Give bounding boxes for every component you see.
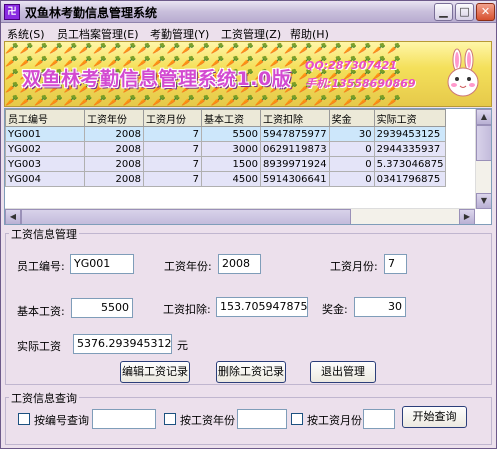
cell-month: 7 xyxy=(143,126,202,142)
horizontal-scroll-thumb[interactable] xyxy=(21,209,351,224)
scroll-left-icon[interactable]: ◀ xyxy=(5,209,21,224)
column-header-month[interactable]: 工资月份 xyxy=(143,109,202,127)
banner-phone: 手机:13558690869 xyxy=(305,77,416,90)
bonus-field[interactable]: 30 xyxy=(354,297,406,317)
scroll-up-icon[interactable]: ▲ xyxy=(476,109,491,125)
cell-deduct: 8939971924 xyxy=(260,156,330,172)
vertical-scroll-thumb[interactable] xyxy=(476,125,491,161)
cell-deduct: 5914306641 xyxy=(260,171,330,187)
cell-year: 2008 xyxy=(84,126,144,142)
emp-id-field[interactable]: YG001 xyxy=(70,254,134,274)
query-id-field[interactable] xyxy=(92,409,156,429)
cell-month: 7 xyxy=(143,156,202,172)
cell-bonus: 0 xyxy=(328,171,375,187)
app-icon[interactable]: 卍 xyxy=(4,4,20,20)
column-header-actual[interactable]: 实际工资 xyxy=(373,109,447,127)
window-title: 双鱼林考勤信息管理系统 xyxy=(25,6,158,20)
cell-year: 2008 xyxy=(84,156,144,172)
column-header-bonus[interactable]: 奖金 xyxy=(328,109,375,127)
cell-month: 7 xyxy=(143,171,202,187)
cell-base: 4500 xyxy=(201,171,261,187)
vertical-scrollbar[interactable]: ▲ ▼ xyxy=(475,109,491,209)
column-header-base[interactable]: 基本工资 xyxy=(201,109,261,127)
cell-base: 1500 xyxy=(201,156,261,172)
year-label: 工资年份: xyxy=(164,260,212,273)
menu-employee-records[interactable]: 员工档案管理(E) xyxy=(57,26,139,42)
salary-info-group-title: 工资信息管理 xyxy=(9,226,79,242)
table-row[interactable]: YG002 2008 7 3000 0629119873 0 294433593… xyxy=(5,141,447,157)
scroll-right-icon[interactable]: ▶ xyxy=(459,209,475,224)
cell-bonus: 0 xyxy=(328,141,375,157)
month-label: 工资月份: xyxy=(330,260,378,273)
cell-base: 5500 xyxy=(201,126,261,142)
cell-year: 2008 xyxy=(84,171,144,187)
cell-emp-id: YG004 xyxy=(5,171,85,187)
emp-id-label: 员工编号: xyxy=(17,260,65,273)
query-by-year-label[interactable]: 按工资年份 xyxy=(180,412,235,428)
menu-attendance[interactable]: 考勤管理(Y) xyxy=(150,26,209,42)
column-header-emp-id[interactable]: 员工编号 xyxy=(5,109,85,127)
cell-month: 7 xyxy=(143,141,202,157)
cell-actual: 5.373046875 xyxy=(373,156,447,172)
cell-bonus: 0 xyxy=(328,156,375,172)
year-field[interactable]: 2008 xyxy=(218,254,261,274)
menu-help[interactable]: 帮助(H) xyxy=(290,26,329,42)
horizontal-scrollbar[interactable]: ◀ ▶ xyxy=(5,208,475,224)
cell-actual: 2939453125 xyxy=(373,126,447,142)
query-by-year-checkbox[interactable] xyxy=(164,413,176,425)
query-by-month-label[interactable]: 按工资月份 xyxy=(307,412,362,428)
cell-actual: 0341796875 xyxy=(373,171,447,187)
actual-salary-label: 实际工资 xyxy=(17,340,61,353)
month-field[interactable]: 7 xyxy=(384,254,407,274)
title-bar[interactable]: 卍 双鱼林考勤信息管理系统 ▁ □ ✕ xyxy=(1,1,496,23)
banner-title: 双鱼林考勤信息管理系统1.0版 xyxy=(22,68,292,90)
cell-emp-id: YG001 xyxy=(5,126,85,142)
query-by-month-checkbox[interactable] xyxy=(291,413,303,425)
start-search-button[interactable]: 开始查询 xyxy=(402,406,467,428)
close-button[interactable]: ✕ xyxy=(476,3,495,21)
cell-deduct: 5947875977 xyxy=(260,126,330,142)
cell-year: 2008 xyxy=(84,141,144,157)
salary-table[interactable]: 员工编号 工资年份 工资月份 基本工资 工资扣除 奖金 实际工资 YG001 2… xyxy=(4,108,492,225)
salary-query-group-title: 工资信息查询 xyxy=(9,390,79,406)
bunny-icon xyxy=(447,48,479,97)
table-header-row: 员工编号 工资年份 工资月份 基本工资 工资扣除 奖金 实际工资 xyxy=(5,109,447,127)
base-salary-label: 基本工资: xyxy=(17,305,65,318)
table-row[interactable]: YG001 2008 7 5500 5947875977 30 29394531… xyxy=(5,126,447,142)
banner-qq: QQ:287307421 xyxy=(305,59,397,72)
query-year-field[interactable] xyxy=(237,409,287,429)
menu-bar: 系统(S) 员工档案管理(E) 考勤管理(Y) 工资管理(Z) 帮助(H) xyxy=(1,24,496,42)
column-header-year[interactable]: 工资年份 xyxy=(84,109,144,127)
banner-image: 🥕🥕🥕🥕🥕🥕🥕🥕🥕🥕🥕🥕🥕🥕🥕🥕🥕🥕🥕🥕🥕🥕🥕🥕🥕🥕🥕 🥕🥕🥕🥕🥕🥕🥕🥕🥕🥕🥕🥕… xyxy=(4,41,492,107)
deduct-label: 工资扣除: xyxy=(163,303,211,316)
cell-bonus: 30 xyxy=(328,126,375,142)
query-by-id-checkbox[interactable] xyxy=(18,413,30,425)
cell-base: 3000 xyxy=(201,141,261,157)
menu-system[interactable]: 系统(S) xyxy=(7,26,45,42)
exit-management-button[interactable]: 退出管理 xyxy=(310,361,376,383)
salary-grid: 员工编号 工资年份 工资月份 基本工资 工资扣除 奖金 实际工资 YG001 2… xyxy=(5,109,447,187)
table-row[interactable]: YG003 2008 7 1500 8939971924 0 5.3730468… xyxy=(5,156,447,172)
menu-salary[interactable]: 工资管理(Z) xyxy=(221,26,281,42)
query-by-id-label[interactable]: 按编号查询 xyxy=(34,412,89,428)
main-window: 卍 双鱼林考勤信息管理系统 ▁ □ ✕ 系统(S) 员工档案管理(E) 考勤管理… xyxy=(0,0,497,449)
edit-salary-button[interactable]: 编辑工资记录 xyxy=(120,361,190,383)
table-row[interactable]: YG004 2008 7 4500 5914306641 0 034179687… xyxy=(5,171,447,187)
cell-emp-id: YG002 xyxy=(5,141,85,157)
maximize-button[interactable]: □ xyxy=(455,3,474,21)
cell-deduct: 0629119873 xyxy=(260,141,330,157)
bonus-label: 奖金: xyxy=(322,303,348,316)
column-header-deduct[interactable]: 工资扣除 xyxy=(260,109,330,127)
scroll-down-icon[interactable]: ▼ xyxy=(476,193,491,209)
actual-salary-field[interactable]: 5376.2939453125 xyxy=(73,334,172,354)
base-salary-field[interactable]: 5500 xyxy=(71,298,133,318)
minimize-button[interactable]: ▁ xyxy=(434,3,453,21)
query-month-field[interactable] xyxy=(363,409,395,429)
cell-emp-id: YG003 xyxy=(5,156,85,172)
cell-actual: 2944335937 xyxy=(373,141,447,157)
currency-unit: 元 xyxy=(177,339,188,352)
delete-salary-button[interactable]: 删除工资记录 xyxy=(216,361,286,383)
deduct-field[interactable]: 153.705947875977 xyxy=(216,297,308,317)
